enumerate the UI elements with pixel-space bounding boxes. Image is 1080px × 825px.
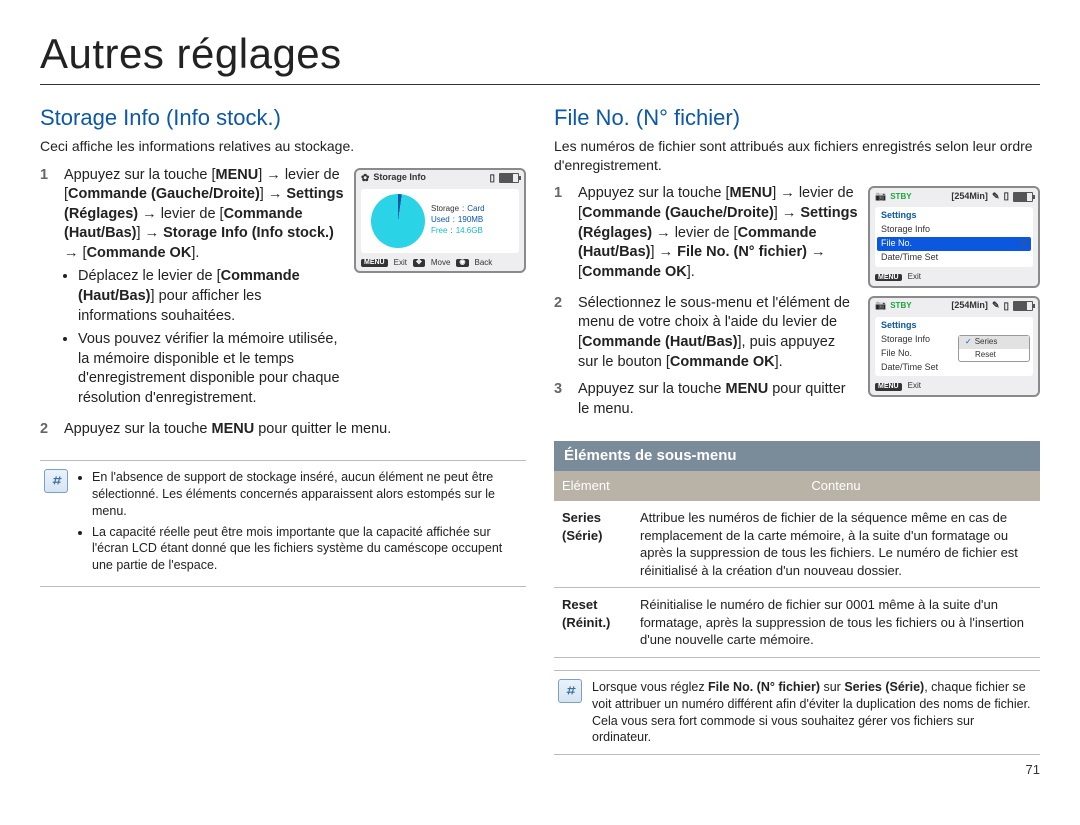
- step-1-number: 1: [40, 166, 56, 413]
- storage-info-intro: Ceci affiche les informations relatives …: [40, 137, 526, 156]
- move-btn-icon: ✥: [413, 259, 425, 267]
- card-icon: [1003, 191, 1009, 202]
- battery-icon: [1013, 301, 1033, 311]
- r-step-1-number: 1: [554, 184, 570, 282]
- row-settings: Settings: [881, 211, 1027, 221]
- stby-label: STBY: [890, 193, 911, 202]
- fileno-heading: File No. (N° fichier): [554, 103, 1040, 133]
- step-1-bullet-2: Vous pouvez vérifier la mémoire utilisée…: [78, 330, 344, 408]
- r-step-1-body: Appuyez sur la touche [MENU] → levier de…: [578, 184, 858, 282]
- fileno-intro: Les numéros de fichier sont attribués au…: [554, 137, 1040, 175]
- cell-series-label: Series(Série): [554, 501, 632, 588]
- step-2-body: Appuyez sur la touche MENU pour quitter …: [64, 420, 526, 440]
- pencil-icon: [992, 192, 1000, 202]
- storage-note-1: En l'absence de support de stockage insé…: [92, 469, 522, 520]
- th-content: Contenu: [632, 471, 1040, 501]
- right-column: File No. (N° fichier) Les numéros de fic…: [554, 103, 1040, 755]
- page-title: Autres réglages: [40, 30, 1040, 85]
- pencil-icon: [992, 301, 1000, 311]
- card-icon: [489, 173, 495, 184]
- th-element: Elément: [554, 471, 632, 501]
- lcd-title: Storage Info: [373, 173, 485, 183]
- menu-btn-label: MENU: [875, 383, 902, 391]
- row-datetime: Date/Time Set: [881, 363, 1027, 373]
- cell-reset-desc: Réinitialise le numéro de fichier sur 00…: [632, 588, 1040, 658]
- table-row: Reset(Réinit.) Réinitialise le numéro de…: [554, 588, 1040, 658]
- camera-icon: [875, 192, 886, 202]
- lcd-storage-info: Storage Info Storage:Card Used:190MB Fre…: [354, 168, 526, 274]
- exit-label: Exit: [908, 273, 921, 282]
- option-reset: Reset: [959, 349, 1029, 362]
- r-step-3-number: 3: [554, 380, 570, 419]
- r-step-2-number: 2: [554, 294, 570, 372]
- note-icon: ⌗: [44, 469, 68, 493]
- exit-label: Exit: [908, 382, 921, 391]
- step-2-number: 2: [40, 420, 56, 440]
- cell-reset-label: Reset(Réinit.): [554, 588, 632, 658]
- lcd-fileno-options: STBY [254Min] Settings Storage Info Seri…: [868, 296, 1040, 397]
- battery-icon: [499, 173, 519, 183]
- used-key: Used: [431, 216, 450, 225]
- card-icon: [1003, 301, 1009, 312]
- row-storage-info: Storage Info: [881, 225, 1027, 235]
- r-step-3-body: Appuyez sur la touche MENU pour quitter …: [578, 380, 858, 419]
- camera-icon: [875, 301, 886, 311]
- mins-label: [254Min]: [951, 301, 988, 311]
- row-datetime: Date/Time Set: [881, 253, 1027, 263]
- cell-series-desc: Attribue les numéros de fichier de la sé…: [632, 501, 1040, 588]
- used-val: 190MB: [458, 216, 483, 225]
- submenu-table: Elément Contenu Series(Série) Attribue l…: [554, 471, 1040, 657]
- free-key: Free: [431, 227, 447, 236]
- storage-val: Card: [467, 205, 484, 214]
- free-val: 14.6GB: [456, 227, 483, 236]
- row-fileno: File No.: [881, 239, 1016, 249]
- gear-icon: [361, 173, 369, 184]
- storage-pie-icon: [371, 194, 425, 248]
- move-label: Move: [431, 259, 451, 268]
- lcd-fileno-menu: STBY [254Min] Settings Storage Info File…: [868, 186, 1040, 287]
- stby-label: STBY: [890, 302, 911, 311]
- row-settings: Settings: [881, 321, 1027, 331]
- storage-note-2: La capacité réelle peut être mois import…: [92, 524, 522, 575]
- storage-key: Storage: [431, 205, 459, 214]
- fileno-note-text: Lorsque vous réglez File No. (N° fichier…: [592, 679, 1036, 747]
- battery-icon: [1013, 192, 1033, 202]
- note-icon: ⌗: [558, 679, 582, 703]
- storage-info-heading: Storage Info (Info stock.): [40, 103, 526, 133]
- exit-label: Exit: [394, 259, 407, 268]
- storage-note: ⌗ En l'absence de support de stockage in…: [40, 460, 526, 587]
- page-number: 71: [1026, 762, 1040, 777]
- left-column: Storage Info (Info stock.) Ceci affiche …: [40, 103, 526, 755]
- menu-btn-label: MENU: [361, 259, 388, 267]
- option-series: Series: [959, 336, 1029, 349]
- submenu-heading: Éléments de sous-menu: [554, 441, 1040, 471]
- back-label: Back: [475, 259, 493, 268]
- menu-btn-label: MENU: [875, 274, 902, 282]
- mins-label: [254Min]: [951, 192, 988, 202]
- step-1-body: Appuyez sur la touche [MENU] → levier de…: [64, 166, 344, 413]
- table-row: Series(Série) Attribue les numéros de fi…: [554, 501, 1040, 588]
- fileno-note: ⌗ Lorsque vous réglez File No. (N° fichi…: [554, 670, 1040, 756]
- step-1-bullet-1: Déplacez le levier de [Commande (Haut/Ba…: [78, 267, 344, 326]
- r-step-2-body: Sélectionnez le sous-menu et l'élément d…: [578, 294, 858, 372]
- back-btn-icon: ◉: [456, 259, 468, 267]
